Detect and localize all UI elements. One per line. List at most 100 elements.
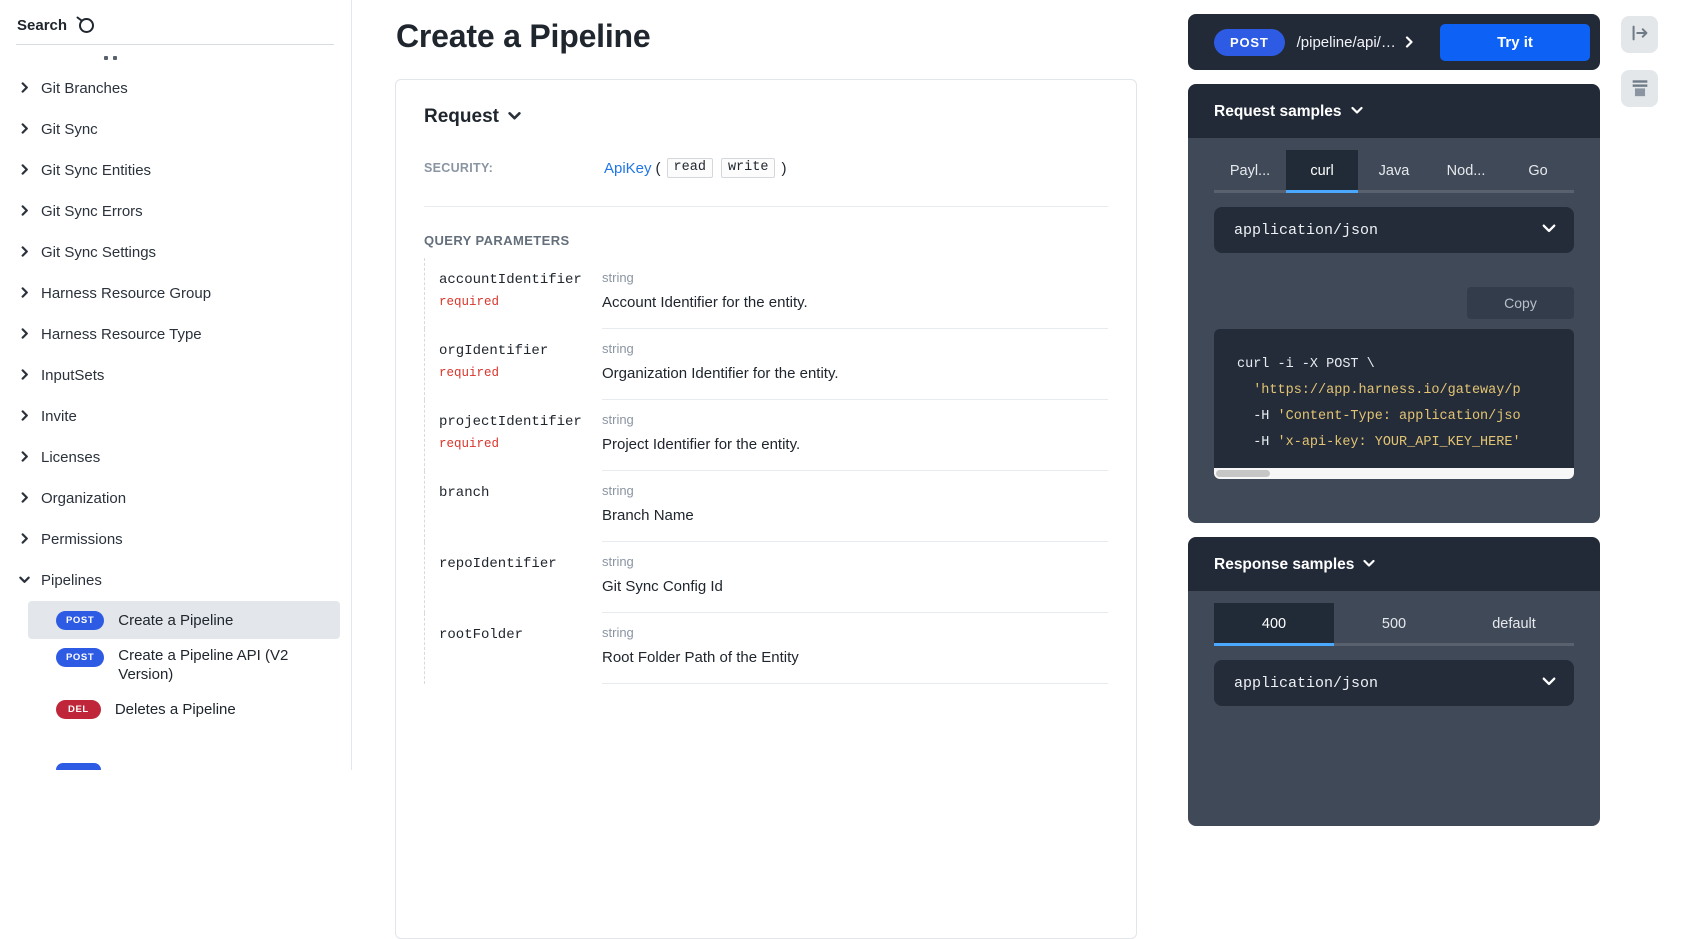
- param-type: string: [602, 341, 1108, 356]
- request-samples-body: Payl... curl Java Nod... Go application/…: [1188, 138, 1600, 523]
- sidebar-item-label: InputSets: [41, 367, 104, 384]
- sidebar-item-git-sync-entities[interactable]: Git Sync Entities: [0, 150, 351, 191]
- response-content-type-select[interactable]: application/json: [1214, 660, 1574, 706]
- tab-500[interactable]: 500: [1334, 603, 1454, 646]
- content-type-select[interactable]: application/json: [1214, 207, 1574, 253]
- chevron-right-icon: [19, 285, 30, 302]
- param-type: string: [602, 625, 1108, 640]
- changelog-button[interactable]: [1621, 70, 1658, 107]
- sidebar: Search Git Branches Git Sync Git Sync En…: [0, 0, 352, 770]
- param-required-flag: required: [439, 295, 602, 309]
- param-row-repo-identifier: repoIdentifier string Git Sync Config Id: [424, 542, 1108, 613]
- param-description: Account Identifier for the entity.: [602, 294, 1108, 311]
- sidebar-item-label: Harness Resource Group: [41, 285, 211, 302]
- search-icon: [75, 15, 95, 35]
- document-list-icon: [1629, 76, 1651, 101]
- sidebar-nav: Git Branches Git Sync Git Sync Entities …: [0, 68, 351, 728]
- sidebar-item-label: Git Branches: [41, 80, 128, 97]
- sidebar-item-create-a-pipeline-v2[interactable]: POST Create a Pipeline API (V2 Version): [0, 639, 351, 690]
- sidebar-item-permissions[interactable]: Permissions: [0, 519, 351, 560]
- side-tools: [1621, 16, 1658, 124]
- response-samples-body: 400 500 default application/json: [1188, 591, 1600, 826]
- sidebar-item-invite[interactable]: Invite: [0, 396, 351, 437]
- horizontal-scrollbar[interactable]: [1214, 468, 1574, 479]
- search-label: Search: [17, 17, 67, 34]
- chevron-right-icon: [19, 80, 30, 97]
- sidebar-item-git-sync-settings[interactable]: Git Sync Settings: [0, 232, 351, 273]
- sidebar-item-licenses[interactable]: Licenses: [0, 437, 351, 478]
- chevron-right-icon: [19, 367, 30, 384]
- param-name: accountIdentifier: [439, 272, 602, 288]
- tab-java[interactable]: Java: [1358, 150, 1430, 193]
- endpoint-bar: POST /pipeline/api/… Try it: [1188, 14, 1600, 70]
- sidebar-item-git-sync[interactable]: Git Sync: [0, 109, 351, 150]
- scrollbar-thumb[interactable]: [1216, 470, 1270, 477]
- content-type-value: application/json: [1234, 222, 1378, 239]
- tab-nodejs[interactable]: Nod...: [1430, 150, 1502, 193]
- security-scheme-link[interactable]: ApiKey: [604, 160, 652, 177]
- param-required-flag: required: [439, 437, 602, 451]
- copy-button[interactable]: Copy: [1467, 287, 1574, 319]
- endpoint-path: /pipeline/api/…: [1297, 34, 1396, 51]
- tab-400[interactable]: 400: [1214, 603, 1334, 646]
- sidebar-item-organization[interactable]: Organization: [0, 478, 351, 519]
- param-required-flag: required: [439, 366, 602, 380]
- param-name: projectIdentifier: [439, 414, 602, 430]
- sidebar-item-label: Git Sync Entities: [41, 162, 151, 179]
- param-type: string: [602, 270, 1108, 285]
- security-label: SECURITY:: [424, 158, 604, 178]
- sidebar-item-label: Organization: [41, 490, 126, 507]
- chevron-right-icon[interactable]: [1403, 36, 1415, 48]
- curl-code-block: curl -i -X POST \ 'https://app.harness.i…: [1214, 329, 1574, 468]
- param-description: Root Folder Path of the Entity: [602, 649, 1108, 666]
- collapse-panel-button[interactable]: [1621, 16, 1658, 53]
- sidebar-item-harness-resource-group[interactable]: Harness Resource Group: [0, 273, 351, 314]
- method-badge-post: POST: [1214, 29, 1285, 56]
- param-name: orgIdentifier: [439, 343, 602, 359]
- param-type: string: [602, 483, 1108, 498]
- method-badge-post: POST: [56, 648, 104, 667]
- try-it-button[interactable]: Try it: [1440, 24, 1590, 61]
- request-samples-heading: Request samples: [1214, 103, 1342, 121]
- chevron-down-icon: [1351, 103, 1363, 121]
- request-samples-toggle[interactable]: Request samples: [1188, 84, 1600, 138]
- tab-curl[interactable]: curl: [1286, 150, 1358, 193]
- paren-open: (: [656, 160, 661, 177]
- sidebar-item-deletes-a-pipeline[interactable]: DEL Deletes a Pipeline: [0, 690, 351, 728]
- chevron-right-icon: [19, 326, 30, 343]
- request-section-toggle[interactable]: Request: [424, 106, 1108, 128]
- sidebar-item-harness-resource-type[interactable]: Harness Resource Type: [0, 314, 351, 355]
- sidebar-item-pipelines[interactable]: Pipelines: [0, 560, 351, 601]
- content-type-value: application/json: [1234, 675, 1378, 692]
- tab-payload[interactable]: Payl...: [1214, 150, 1286, 193]
- query-parameters-heading: QUERY PARAMETERS: [424, 233, 1108, 248]
- sidebar-item-inputsets[interactable]: InputSets: [0, 355, 351, 396]
- param-description: Organization Identifier for the entity.: [602, 365, 1108, 382]
- divider: [16, 44, 334, 45]
- response-samples-toggle[interactable]: Response samples: [1188, 537, 1600, 591]
- security-value: ApiKey ( read write ): [604, 158, 786, 178]
- sidebar-item-git-sync-errors[interactable]: Git Sync Errors: [0, 191, 351, 232]
- search-control[interactable]: Search: [0, 0, 351, 44]
- param-name: branch: [439, 485, 602, 501]
- param-type: string: [602, 554, 1108, 569]
- scope-chip-read: read: [667, 158, 713, 178]
- param-row-root-folder: rootFolder string Root Folder Path of th…: [424, 613, 1108, 684]
- code-sample: curl -i -X POST \ 'https://app.harness.i…: [1214, 329, 1574, 479]
- response-code-tabs: 400 500 default: [1214, 603, 1574, 646]
- tab-go[interactable]: Go: [1502, 150, 1574, 193]
- sidebar-item-git-branches[interactable]: Git Branches: [0, 68, 351, 109]
- chevron-right-icon: [19, 162, 30, 179]
- request-samples-panel: Request samples Payl... curl Java Nod...…: [1188, 84, 1600, 523]
- param-name: rootFolder: [439, 627, 602, 643]
- sidebar-item-label: Invite: [41, 408, 77, 425]
- tab-default[interactable]: default: [1454, 603, 1574, 646]
- chevron-right-icon: [19, 203, 30, 220]
- chevron-down-icon: [1542, 221, 1556, 240]
- sidebar-item-create-a-pipeline[interactable]: POST Create a Pipeline: [28, 601, 340, 639]
- chevron-right-icon: [19, 490, 30, 507]
- language-tabs: Payl... curl Java Nod... Go: [1214, 150, 1574, 193]
- param-description: Branch Name: [602, 507, 1108, 524]
- main-content: Create a Pipeline Request SECURITY: ApiK…: [395, 0, 1137, 939]
- param-name: repoIdentifier: [439, 556, 602, 572]
